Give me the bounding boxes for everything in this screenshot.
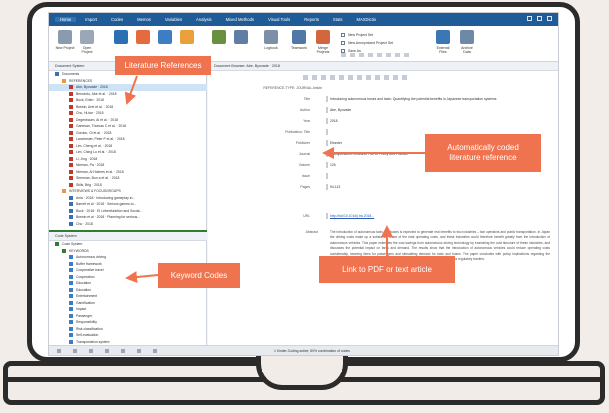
keyword-arrow — [125, 271, 159, 284]
callout-arrows — [124, 75, 425, 284]
laptop-screen: Home Import Codes Memos Variables Analysis Mix… — [48, 12, 559, 356]
literature-arrow — [124, 75, 138, 105]
